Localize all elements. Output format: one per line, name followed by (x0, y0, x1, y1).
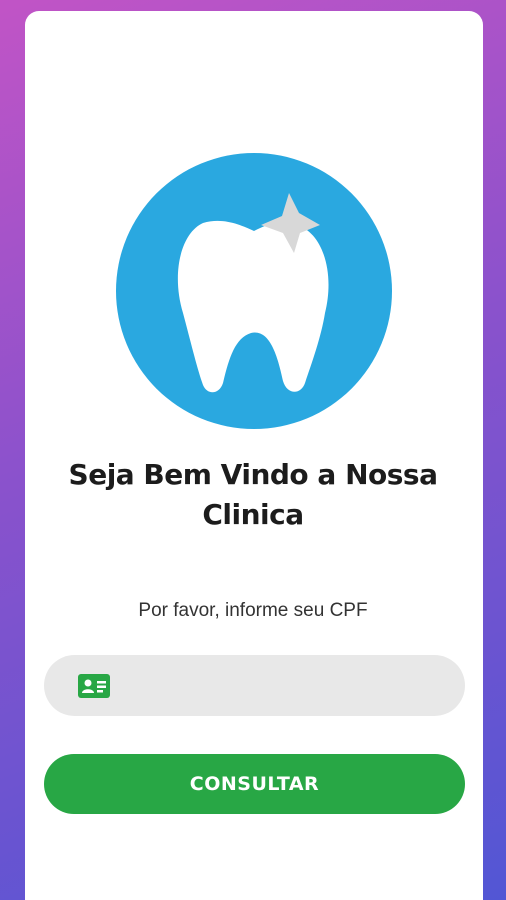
welcome-title-line2: Clinica (202, 498, 304, 531)
id-card-icon (78, 673, 110, 698)
cpf-field[interactable] (44, 655, 465, 716)
consult-button[interactable]: CONSULTAR (44, 754, 465, 814)
tooth-logo-icon (116, 153, 392, 429)
cpf-instruction: Por favor, informe seu CPF (138, 600, 368, 621)
cpf-input[interactable] (122, 664, 446, 707)
welcome-title: Seja Bem Vindo a Nossa Clinica (0, 455, 506, 535)
welcome-title-line1: Seja Bem Vindo a Nossa (68, 458, 438, 491)
